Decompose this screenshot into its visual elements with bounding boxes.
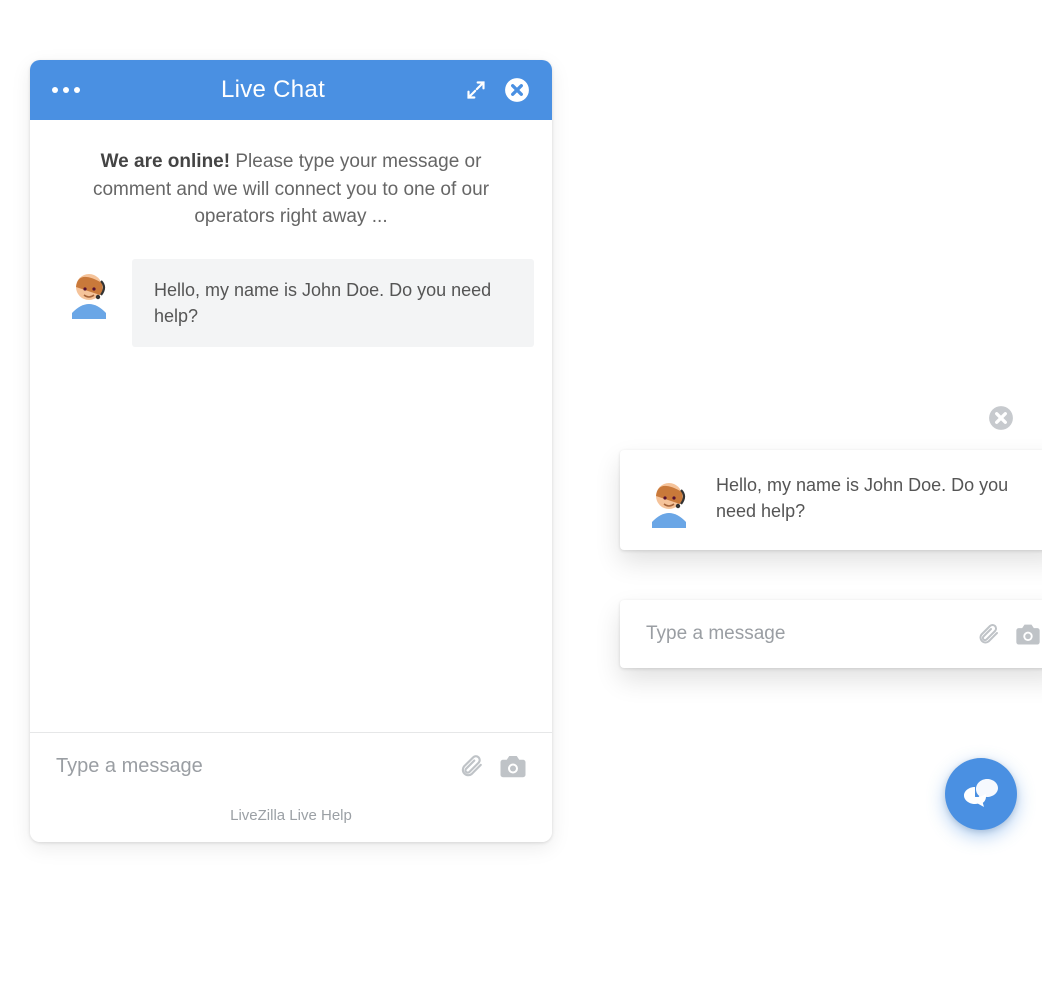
- chat-bubbles-icon: [963, 777, 999, 811]
- welcome-bold: We are online!: [101, 151, 231, 172]
- welcome-text: We are online! Please type your message …: [62, 148, 520, 231]
- mini-message-card[interactable]: Hello, my name is John Doe. Do you need …: [620, 450, 1042, 550]
- chat-launcher-button[interactable]: [945, 758, 1017, 830]
- mini-close-icon[interactable]: [988, 405, 1014, 436]
- mini-attach-icon[interactable]: [976, 622, 1000, 646]
- mini-message-text: Hello, my name is John Doe. Do you need …: [716, 472, 1040, 524]
- camera-icon[interactable]: [498, 753, 528, 779]
- expand-icon[interactable]: [466, 80, 486, 100]
- message-row: Hello, my name is John Doe. Do you need …: [62, 259, 534, 347]
- mini-camera-icon[interactable]: [1014, 622, 1042, 646]
- chat-window: Live Chat We are online! Please type you…: [30, 60, 552, 842]
- mini-message-input[interactable]: [644, 622, 976, 646]
- chat-input-bar: LiveZilla Live Help: [30, 732, 552, 842]
- operator-avatar: [62, 265, 116, 319]
- mini-input-card: [620, 600, 1042, 668]
- message-input[interactable]: [54, 754, 444, 779]
- mini-operator-avatar: [642, 474, 696, 528]
- chat-title: Live Chat: [221, 76, 325, 104]
- footer-brand: LiveZilla Live Help: [54, 807, 528, 834]
- chat-body: We are online! Please type your message …: [30, 120, 552, 732]
- message-bubble: Hello, my name is John Doe. Do you need …: [132, 259, 534, 347]
- menu-dots-icon[interactable]: [52, 87, 80, 93]
- attach-icon[interactable]: [458, 753, 484, 779]
- close-icon[interactable]: [504, 77, 530, 103]
- chat-header: Live Chat: [30, 60, 552, 120]
